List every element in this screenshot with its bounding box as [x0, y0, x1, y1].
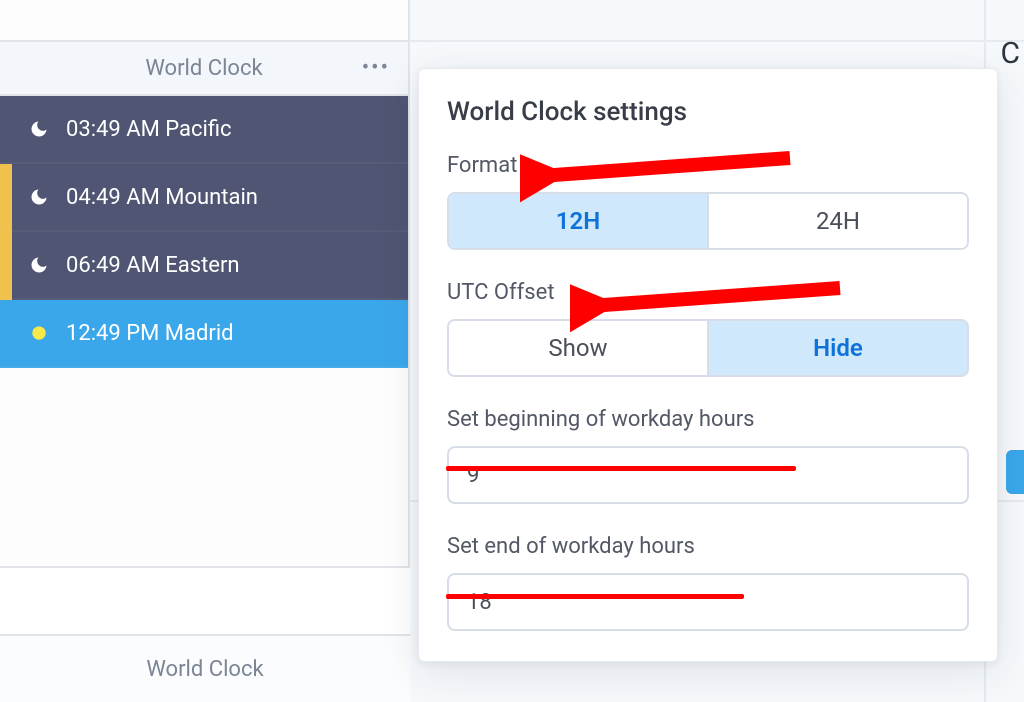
workday-begin-label: Set beginning of workday hours: [447, 407, 969, 432]
moon-icon: [28, 186, 50, 208]
moon-icon: [28, 118, 50, 140]
world-clock-settings-panel: World Clock settings Format 12H 24H UTC …: [418, 68, 998, 662]
format-label: Format: [447, 153, 969, 178]
utc-offset-option-hide[interactable]: Hide: [707, 321, 967, 375]
sidebar-accent-bar: [0, 164, 12, 300]
clock-row-label: 04:49 AM Mountain: [66, 185, 258, 210]
bg-corner-letter: C: [1000, 36, 1020, 71]
world-clock-title: World Clock: [145, 56, 262, 81]
workday-begin-input[interactable]: 9: [447, 446, 969, 504]
clock-row-label: 12:49 PM Madrid: [66, 321, 234, 346]
world-clock-sidebar: World Clock ••• 03:49 AM Pacific 04:49 A…: [0, 0, 410, 702]
clock-row-label: 06:49 AM Eastern: [66, 253, 240, 278]
clock-list: 03:49 AM Pacific 04:49 AM Mountain 06:49…: [0, 96, 408, 368]
world-clock-header: World Clock •••: [0, 40, 408, 96]
workday-end-label: Set end of workday hours: [447, 534, 969, 559]
clock-row-eastern[interactable]: 06:49 AM Eastern: [0, 232, 408, 300]
format-option-12h[interactable]: 12H: [449, 194, 707, 248]
clock-row-madrid[interactable]: 12:49 PM Madrid: [0, 300, 408, 368]
utc-offset-segmented-control: Show Hide: [447, 319, 969, 377]
settings-title: World Clock settings: [447, 97, 969, 127]
format-segmented-control: 12H 24H: [447, 192, 969, 250]
sidebar-footer: World Clock: [0, 566, 410, 702]
clock-row-mountain[interactable]: 04:49 AM Mountain: [0, 164, 408, 232]
moon-icon: [28, 254, 50, 276]
sidebar-footer-label: World Clock: [146, 657, 263, 682]
format-option-24h[interactable]: 24H: [707, 194, 967, 248]
utc-offset-option-show[interactable]: Show: [449, 321, 707, 375]
workday-end-value: 18: [467, 590, 492, 615]
clock-row-label: 03:49 AM Pacific: [66, 117, 232, 142]
bg-event-chip: [1006, 450, 1024, 494]
workday-end-input[interactable]: 18: [447, 573, 969, 631]
sun-icon: [28, 322, 50, 344]
clock-row-pacific[interactable]: 03:49 AM Pacific: [0, 96, 408, 164]
workday-begin-value: 9: [467, 463, 479, 488]
more-icon[interactable]: •••: [362, 56, 390, 81]
utc-offset-label: UTC Offset: [447, 280, 969, 305]
